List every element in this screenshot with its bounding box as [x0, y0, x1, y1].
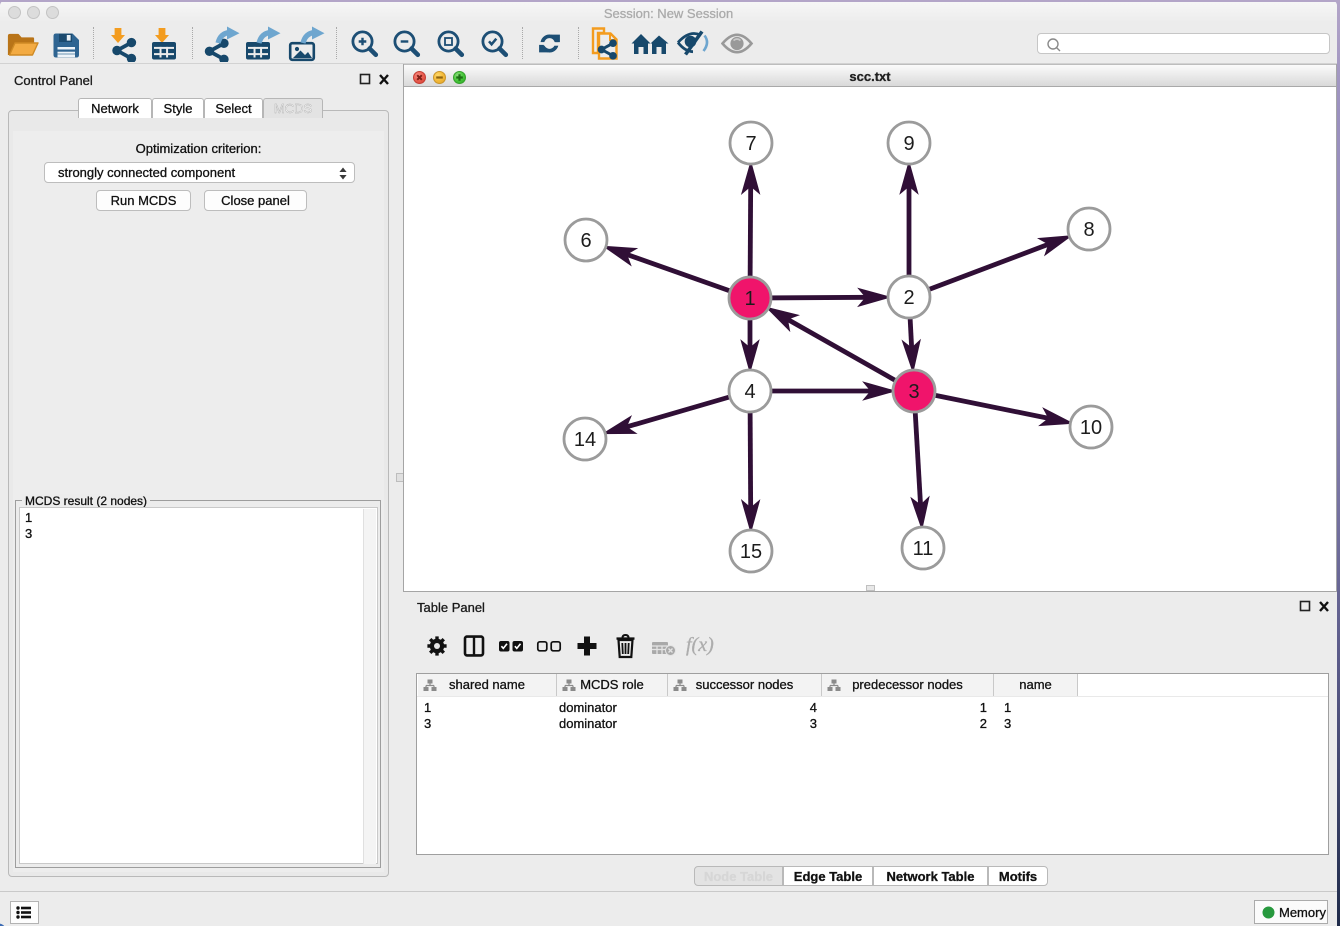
svg-text:2: 2	[903, 287, 914, 309]
svg-text:15: 15	[740, 541, 762, 563]
svg-text:1: 1	[744, 288, 755, 310]
svg-text:3: 3	[908, 381, 919, 403]
svg-text:11: 11	[913, 538, 934, 560]
svg-text:4: 4	[744, 381, 755, 403]
svg-text:14: 14	[574, 429, 596, 451]
svg-text:7: 7	[745, 133, 756, 155]
svg-text:8: 8	[1083, 219, 1094, 241]
svg-text:10: 10	[1080, 417, 1102, 439]
svg-text:9: 9	[903, 133, 914, 155]
svg-text:6: 6	[580, 230, 591, 252]
